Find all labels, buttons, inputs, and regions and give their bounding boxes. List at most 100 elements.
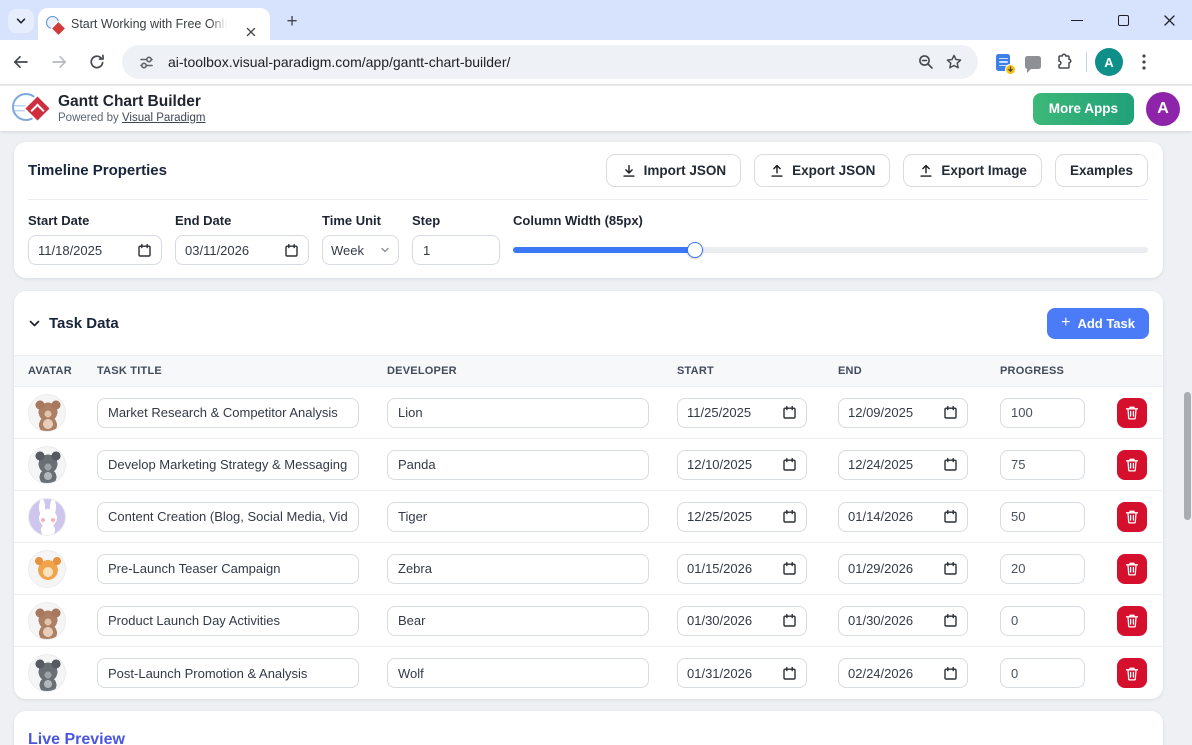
close-icon	[246, 27, 256, 37]
end-date-input[interactable]	[175, 235, 309, 265]
browser-toolbar: ai-toolbox.visual-paradigm.com/app/gantt…	[0, 40, 1192, 85]
end-date-input[interactable]	[838, 502, 968, 532]
progress-input[interactable]	[1000, 450, 1085, 480]
progress-input[interactable]	[1000, 658, 1085, 688]
delete-task-button[interactable]	[1117, 398, 1147, 428]
powered-by: Powered by Visual Paradigm	[58, 112, 205, 124]
window-close-button[interactable]	[1146, 0, 1192, 40]
toolbar-divider	[1086, 52, 1087, 72]
delete-task-button[interactable]	[1117, 554, 1147, 584]
examples-button[interactable]: Examples	[1055, 154, 1148, 187]
more-apps-button[interactable]: More Apps	[1033, 93, 1134, 125]
url-text[interactable]: ai-toolbox.visual-paradigm.com/app/gantt…	[168, 54, 912, 70]
rabbit-avatar	[28, 498, 66, 536]
time-unit-label: Time Unit	[322, 213, 399, 228]
end-date-input[interactable]	[838, 606, 968, 636]
window-controls	[1054, 0, 1192, 40]
extensions-area: A	[988, 47, 1169, 77]
task-title-input[interactable]	[97, 554, 359, 584]
back-button[interactable]	[4, 45, 38, 79]
add-task-button[interactable]: + Add Task	[1047, 308, 1149, 339]
chat-extension-icon[interactable]	[1018, 47, 1048, 77]
live-preview-title: Live Preview	[28, 731, 125, 745]
developer-input[interactable]	[387, 658, 649, 688]
progress-input[interactable]	[1000, 554, 1085, 584]
forward-arrow-icon	[50, 53, 68, 71]
close-icon	[1163, 14, 1176, 27]
developer-input[interactable]	[387, 450, 649, 480]
task-title-input[interactable]	[97, 502, 359, 532]
user-avatar[interactable]: A	[1146, 92, 1180, 126]
reload-button[interactable]	[80, 45, 114, 79]
address-bar[interactable]: ai-toolbox.visual-paradigm.com/app/gantt…	[122, 45, 978, 79]
reload-icon	[88, 53, 106, 71]
forward-button[interactable]	[42, 45, 76, 79]
docs-extension-icon[interactable]	[988, 47, 1018, 77]
chevron-down-icon	[15, 15, 27, 27]
browser-titlebar: Start Working with Free Online +	[0, 0, 1192, 40]
window-minimize-button[interactable]	[1054, 0, 1100, 40]
chevron-down-icon	[380, 245, 390, 255]
end-date-input[interactable]	[838, 658, 968, 688]
start-date-input[interactable]	[28, 235, 162, 265]
start-date-input[interactable]	[677, 450, 807, 480]
column-width-slider[interactable]	[513, 235, 1148, 265]
page-scrollbar-thumb[interactable]	[1184, 392, 1191, 520]
developer-input[interactable]	[387, 502, 649, 532]
progress-input[interactable]	[1000, 398, 1085, 428]
visual-paradigm-link[interactable]: Visual Paradigm	[122, 112, 206, 124]
start-date-input[interactable]	[677, 658, 807, 688]
calendar-icon	[943, 509, 958, 524]
task-title-input[interactable]	[97, 398, 359, 428]
start-date-input[interactable]	[677, 502, 807, 532]
back-arrow-icon	[12, 53, 30, 71]
start-date-label: Start Date	[28, 213, 162, 228]
tab-close-button[interactable]	[242, 23, 260, 41]
column-header-end: END	[838, 365, 1000, 377]
end-date-input[interactable]	[838, 554, 968, 584]
column-header-developer: DEVELOPER	[387, 365, 677, 377]
task-title-input[interactable]	[97, 658, 359, 688]
calendar-icon	[782, 666, 797, 681]
column-header-avatar: AVATAR	[28, 365, 97, 377]
zoom-out-icon[interactable]	[912, 48, 940, 76]
export-json-button[interactable]: Export JSON	[754, 154, 890, 187]
window-maximize-button[interactable]	[1100, 0, 1146, 40]
progress-input[interactable]	[1000, 502, 1085, 532]
task-title-input[interactable]	[97, 450, 359, 480]
delete-task-button[interactable]	[1117, 502, 1147, 532]
start-date-input[interactable]	[677, 398, 807, 428]
developer-input[interactable]	[387, 554, 649, 584]
task-title-input[interactable]	[97, 606, 359, 636]
collapse-chevron-icon[interactable]	[28, 317, 41, 330]
browser-tab[interactable]: Start Working with Free Online	[38, 8, 270, 40]
trash-icon	[1125, 509, 1139, 524]
slider-thumb[interactable]	[687, 242, 703, 258]
start-date-input[interactable]	[677, 606, 807, 636]
end-date-input[interactable]	[838, 450, 968, 480]
tab-search-button[interactable]	[8, 9, 34, 33]
extensions-puzzle-icon[interactable]	[1048, 47, 1078, 77]
table-row	[14, 543, 1163, 595]
trash-icon	[1125, 613, 1139, 628]
delete-task-button[interactable]	[1117, 658, 1147, 688]
step-input[interactable]	[412, 235, 500, 265]
delete-task-button[interactable]	[1117, 606, 1147, 636]
new-tab-button[interactable]: +	[280, 10, 304, 34]
browser-menu-icon[interactable]	[1129, 47, 1159, 77]
time-unit-select[interactable]: Week	[322, 235, 399, 265]
bear-avatar	[28, 394, 66, 432]
progress-input[interactable]	[1000, 606, 1085, 636]
column-header-task-title: TASK TITLE	[97, 365, 387, 377]
import-json-button[interactable]: Import JSON	[606, 154, 742, 187]
delete-task-button[interactable]	[1117, 450, 1147, 480]
browser-profile-avatar[interactable]: A	[1095, 48, 1123, 76]
start-date-input[interactable]	[677, 554, 807, 584]
developer-input[interactable]	[387, 398, 649, 428]
bookmark-star-icon[interactable]	[940, 48, 968, 76]
site-settings-icon[interactable]	[132, 48, 160, 76]
export-image-button[interactable]: Export Image	[903, 154, 1042, 187]
developer-input[interactable]	[387, 606, 649, 636]
end-date-input[interactable]	[838, 398, 968, 428]
column-header-start: START	[677, 365, 838, 377]
